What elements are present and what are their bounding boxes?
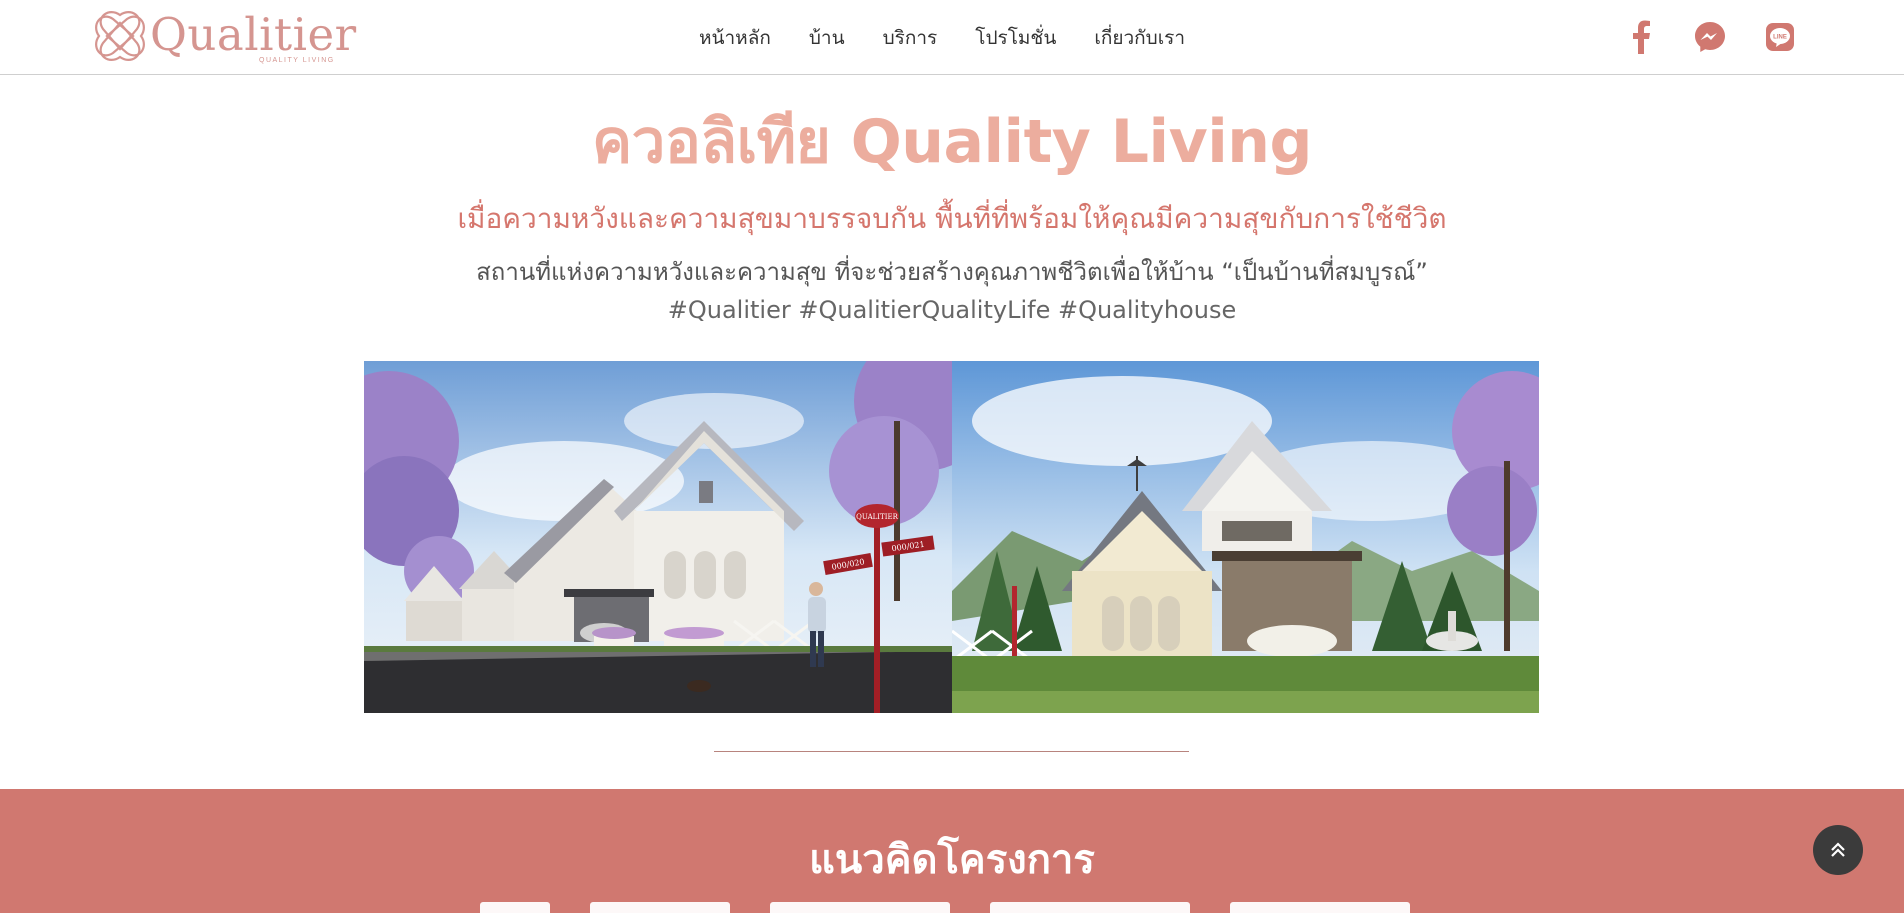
double-chevron-up-icon [1831, 842, 1845, 857]
concept-text-cutoff [470, 902, 1470, 913]
brand-logo[interactable]: Qualitier QUALITY LIVING [93, 9, 356, 65]
nav-item-house[interactable]: บ้าน [809, 24, 845, 52]
qualitier-logo-mark-icon [95, 11, 145, 61]
house-render-front-image [952, 361, 1539, 713]
nav-item-about[interactable]: เกี่ยวกับเรา [1094, 24, 1185, 52]
facebook-icon [1633, 20, 1650, 54]
messenger-link[interactable] [1693, 20, 1727, 54]
line-link[interactable]: LINE [1763, 20, 1797, 54]
hero-description: สถานที่แห่งความหวังและความสุข ที่จะช่วยส… [476, 258, 1428, 286]
page-title: ควอลิเทีย Quality Living [592, 107, 1312, 177]
line-icon: LINE [1766, 23, 1794, 51]
facebook-link[interactable] [1624, 20, 1658, 54]
nav-item-home[interactable]: หน้าหลัก [699, 24, 771, 52]
section-divider [714, 751, 1189, 752]
hero-subtitle: เมื่อความหวังและความสุขมาบรรจบกัน พื้นที… [457, 202, 1447, 235]
hero-hashtags: #Qualitier #QualitierQualityLife #Qualit… [667, 296, 1237, 324]
main-nav: หน้าหลัก บ้าน บริการ โปรโมชั่น เกี่ยวกับ… [699, 24, 1223, 52]
concept-title: แนวคิดโครงการ [809, 837, 1095, 883]
messenger-icon [1695, 22, 1725, 52]
nav-item-promotions[interactable]: โปรโมชั่น [975, 24, 1056, 52]
street-sign-main: QUALITIER [856, 513, 898, 521]
house-render-street-image: QUALITIER 000/020 000/021 [364, 361, 952, 713]
nav-item-services[interactable]: บริการ [883, 24, 938, 52]
svg-text:LINE: LINE [1773, 35, 1787, 41]
concept-section: แนวคิดโครงการ [0, 789, 1904, 913]
brand-tagline: QUALITY LIVING [259, 57, 335, 64]
brand-name: Qualitier [150, 8, 357, 61]
site-header: Qualitier QUALITY LIVING หน้าหลัก บ้าน บ… [0, 0, 1904, 75]
scroll-to-top-button[interactable] [1813, 825, 1863, 875]
